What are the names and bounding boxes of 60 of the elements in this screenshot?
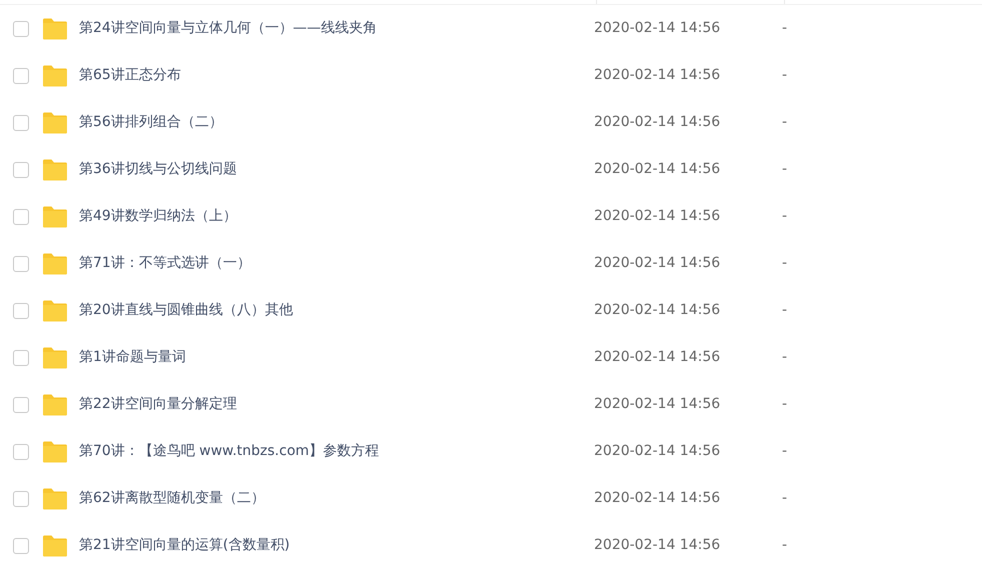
- folder-name[interactable]: 第36讲切线与公切线问题: [79, 159, 594, 180]
- checkbox[interactable]: [13, 256, 29, 272]
- folder-name[interactable]: 第21讲空间向量的运算(含数量积): [79, 535, 594, 556]
- checkbox[interactable]: [13, 20, 29, 36]
- folder-icon: [42, 252, 68, 274]
- modified-date: 2020-02-14 14:56: [594, 113, 722, 132]
- checkbox[interactable]: [13, 490, 29, 506]
- file-size: -: [782, 348, 788, 367]
- file-size: -: [782, 489, 788, 508]
- checkbox[interactable]: [13, 302, 29, 318]
- folder-name[interactable]: 第56讲排列组合（二）: [79, 112, 594, 133]
- modified-date: 2020-02-14 14:56: [594, 19, 722, 38]
- modified-date: 2020-02-14 14:56: [594, 348, 722, 367]
- folder-icon: [42, 112, 68, 134]
- modified-date: 2020-02-14 14:56: [594, 254, 722, 273]
- file-size: -: [782, 442, 788, 461]
- modified-date: 2020-02-14 14:56: [594, 442, 722, 461]
- folder-name[interactable]: 第1讲命题与量词: [79, 347, 594, 368]
- folder-icon: [42, 488, 68, 510]
- file-size: -: [782, 160, 788, 179]
- file-size: -: [782, 301, 788, 320]
- file-size: -: [782, 254, 788, 273]
- folder-name[interactable]: 第22讲空间向量分解定理: [79, 394, 594, 415]
- folder-name[interactable]: 第20讲直线与圆锥曲线（八）其他: [79, 300, 594, 321]
- folder-name[interactable]: 第65讲正态分布: [79, 65, 594, 86]
- modified-date: 2020-02-14 14:56: [594, 395, 722, 414]
- modified-date: 2020-02-14 14:56: [594, 160, 722, 179]
- folder-icon: [42, 534, 68, 556]
- checkbox[interactable]: [13, 114, 29, 130]
- modified-date: 2020-02-14 14:56: [594, 301, 722, 320]
- folder-icon: [42, 440, 68, 462]
- file-size: -: [782, 207, 788, 226]
- file-size: -: [782, 395, 788, 414]
- checkbox[interactable]: [13, 68, 29, 84]
- file-size: -: [782, 66, 788, 85]
- folder-icon: [42, 206, 68, 228]
- folder-name[interactable]: 第71讲：不等式选讲（一）: [79, 253, 594, 274]
- checkbox[interactable]: [13, 444, 29, 460]
- file-size: -: [782, 113, 788, 132]
- modified-date: 2020-02-14 14:56: [594, 66, 722, 85]
- folder-icon: [42, 300, 68, 322]
- folder-name[interactable]: 第24讲空间向量与立体几何（一）——线线夹角: [79, 18, 594, 39]
- file-size: -: [782, 19, 788, 38]
- modified-date: 2020-02-14 14:56: [594, 536, 722, 555]
- modified-date: 2020-02-14 14:56: [594, 207, 722, 226]
- folder-icon: [42, 158, 68, 180]
- checkbox[interactable]: [13, 162, 29, 178]
- folder-name[interactable]: 第70讲：【途鸟吧 www.tnbzs.com】参数方程: [79, 441, 594, 462]
- folder-icon: [42, 64, 68, 86]
- folder-icon: [42, 346, 68, 368]
- folder-name[interactable]: 第49讲数学归纳法（上）: [79, 206, 594, 227]
- checkbox[interactable]: [13, 208, 29, 224]
- checkbox[interactable]: [13, 350, 29, 366]
- folder-icon: [42, 18, 68, 40]
- folder-name[interactable]: 第62讲离散型随机变量（二）: [79, 488, 594, 509]
- modified-date: 2020-02-14 14:56: [594, 489, 722, 508]
- checkbox[interactable]: [13, 396, 29, 412]
- folder-icon: [42, 394, 68, 416]
- checkbox[interactable]: [13, 538, 29, 554]
- file-size: -: [782, 536, 788, 555]
